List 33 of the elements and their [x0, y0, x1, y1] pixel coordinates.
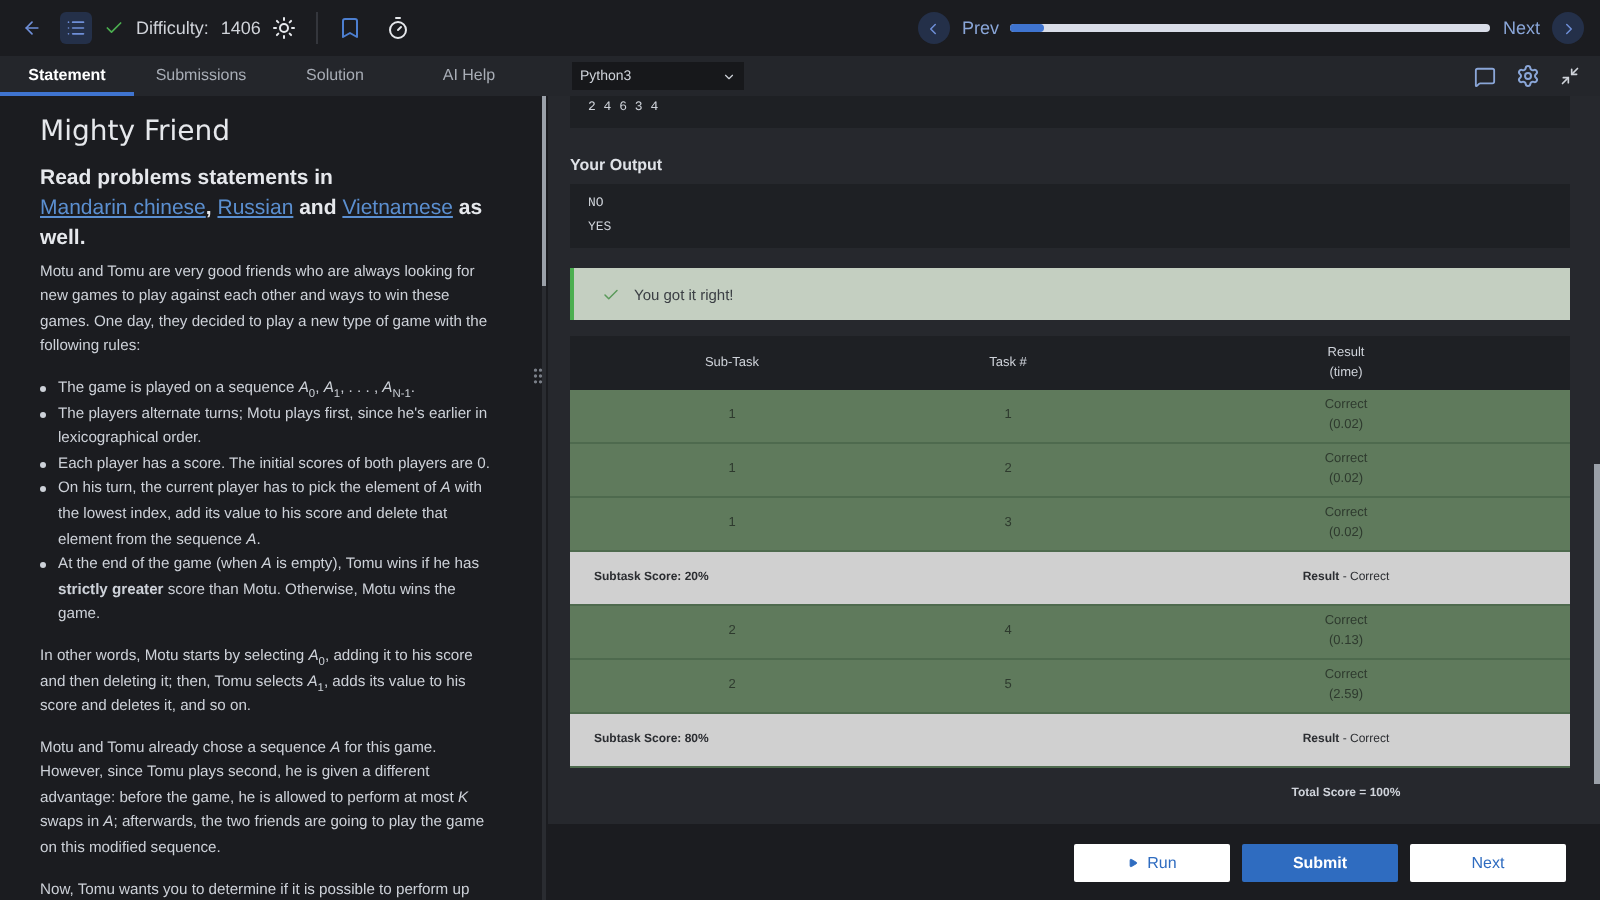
problem-title: Mighty Friend — [40, 120, 233, 146]
difficulty-value: 1406 — [220, 18, 261, 38]
list-button[interactable] — [60, 12, 92, 44]
bullet-icon — [40, 486, 46, 493]
check-icon — [602, 285, 620, 303]
scrollbar-thumb[interactable] — [542, 96, 546, 286]
bullet-icon — [40, 411, 46, 418]
prev-label[interactable]: Prev — [961, 18, 999, 38]
bullet-icon — [40, 562, 46, 569]
bullet-icon — [40, 385, 46, 392]
next-button[interactable]: Next — [1410, 843, 1566, 881]
language-link[interactable]: Mandarin chinese — [40, 195, 206, 220]
list-icon — [66, 18, 86, 38]
submit-button[interactable]: Submit — [1242, 843, 1398, 881]
language-link[interactable]: Russian — [217, 195, 294, 220]
output-label: Your Output — [570, 156, 665, 174]
stopwatch-icon[interactable] — [386, 16, 411, 40]
next-label[interactable]: Next — [1502, 18, 1540, 38]
tab[interactable]: Submissions — [134, 56, 268, 96]
resize-handle-icon[interactable] — [528, 366, 548, 386]
play-icon — [1127, 857, 1138, 867]
run-button[interactable]: Run — [1074, 843, 1230, 881]
tab[interactable]: Solution — [268, 56, 402, 96]
caret-icon — [722, 69, 736, 83]
bookmark-icon[interactable] — [338, 16, 363, 40]
language-link[interactable]: Vietnamese — [342, 195, 453, 220]
tab[interactable]: AI Help — [402, 56, 536, 96]
sun-icon[interactable] — [272, 16, 297, 40]
difficulty-label: Difficulty: — [136, 18, 209, 38]
translation-note: Read problems statements in Mandarin chinese, Russian and Vietnamese as well. — [40, 163, 485, 254]
bullet-icon — [40, 461, 46, 468]
scrollbar-thumb[interactable] — [1594, 464, 1600, 784]
arrow-left-icon — [22, 18, 42, 38]
